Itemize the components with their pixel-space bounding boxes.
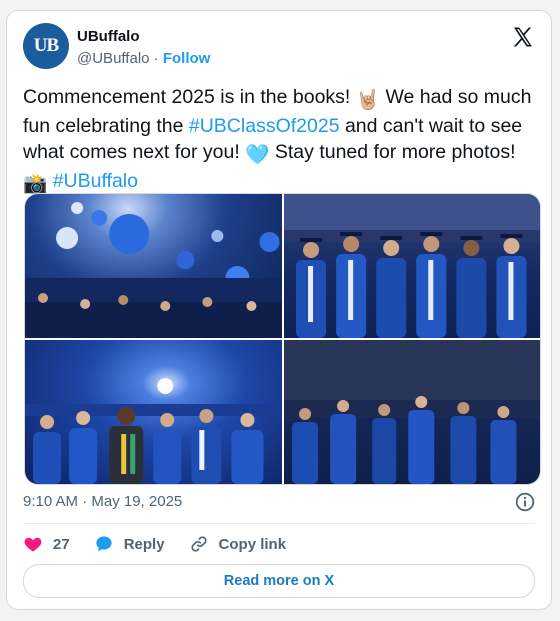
embedded-tweet-card: UB UBuffalo @UBuffalo · Follow Commencem… xyxy=(6,10,552,610)
photo-graduates-procession[interactable] xyxy=(283,340,540,484)
avatar[interactable]: UB xyxy=(23,23,69,69)
photo-graduates-standing[interactable] xyxy=(283,194,540,338)
copy-link-button[interactable]: Copy link xyxy=(189,534,287,554)
author-handle[interactable]: @UBuffalo xyxy=(77,50,150,67)
tweet-actions: 27 Reply Copy link xyxy=(23,533,310,555)
hashtag-link[interactable]: #UBuffalo xyxy=(53,170,138,192)
avatar-logo-text: UB xyxy=(33,35,59,56)
separator-dot: · xyxy=(153,50,159,67)
like-button[interactable]: 27 xyxy=(23,534,70,554)
divider xyxy=(23,523,535,524)
blue-heart-emoji: 🩵 xyxy=(245,144,270,166)
hashtag-link[interactable]: #UBClassOf2025 xyxy=(189,115,340,137)
photo-balloons-crowd[interactable] xyxy=(25,194,282,338)
read-more-button[interactable]: Read more on X xyxy=(23,564,535,598)
heart-icon xyxy=(24,537,42,552)
photo-illustration xyxy=(25,378,282,484)
author-display-name[interactable]: UBuffalo xyxy=(77,28,140,45)
photo-illustration xyxy=(283,194,540,338)
follow-button[interactable]: Follow xyxy=(163,50,211,67)
info-icon[interactable] xyxy=(515,492,535,512)
link-icon xyxy=(191,536,207,552)
photo-illustration xyxy=(283,340,540,484)
reply-button[interactable]: Reply xyxy=(94,534,165,554)
like-count: 27 xyxy=(53,535,70,553)
tweet-text: Commencement 2025 is in the books! 🤘🏼 We… xyxy=(23,84,539,197)
reply-label: Reply xyxy=(123,535,165,553)
author-handle-row: @UBuffalo · Follow xyxy=(77,50,210,67)
tweet-timestamp[interactable]: 9:10 AM · May 19, 2025 xyxy=(23,493,182,510)
x-logo-icon[interactable] xyxy=(511,25,535,49)
tweet-text-part: Stay tuned for more photos! xyxy=(269,141,516,163)
copy-link-label: Copy link xyxy=(218,535,287,553)
photo-grid xyxy=(24,193,541,485)
photo-illustration xyxy=(25,202,282,338)
photo-graduates-cheering[interactable] xyxy=(25,340,282,484)
rock-hand-emoji: 🤘🏼 xyxy=(355,89,381,111)
speech-bubble-icon xyxy=(96,536,112,552)
tweet-text-part: Commencement 2025 is in the books! xyxy=(23,86,356,108)
